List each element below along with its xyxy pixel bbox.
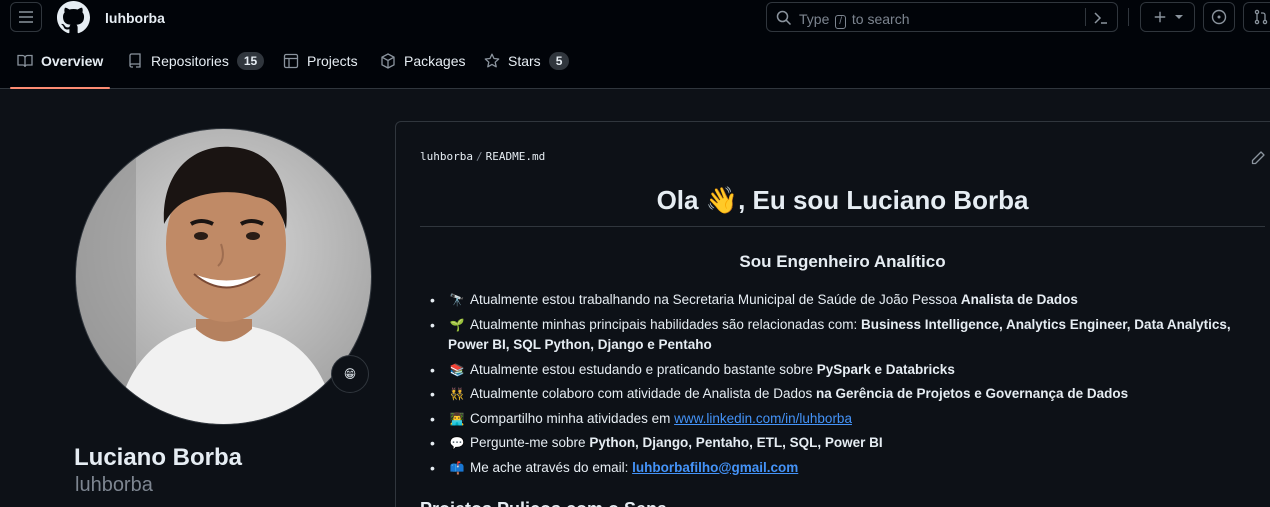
star-icon xyxy=(484,53,500,68)
stars-count-badge: 5 xyxy=(548,52,570,70)
readme-card: luhborba / README.md Ola 👋, Eu sou Luciano… xyxy=(395,121,1270,507)
tab-label: Projects xyxy=(307,53,358,69)
telescope-icon: 🔭 xyxy=(449,293,465,307)
readme-subtitle: Sou Engenheiro Analítico xyxy=(739,252,946,271)
pencil-icon[interactable] xyxy=(1250,150,1266,166)
create-new-button[interactable] xyxy=(1140,2,1195,32)
tab-stars[interactable]: Stars 5 xyxy=(484,49,570,73)
github-logo-icon[interactable] xyxy=(57,1,90,34)
tab-label: Overview xyxy=(41,53,104,69)
tab-repositories[interactable]: Repositories 15 xyxy=(127,49,265,73)
repositories-count-badge: 15 xyxy=(236,52,265,70)
plus-icon xyxy=(1154,11,1165,23)
speech-bubble-icon: 💬 xyxy=(449,436,465,450)
tab-label: Repositories xyxy=(151,53,229,69)
list-item: 👨‍💻Compartilho minha atividades em www.l… xyxy=(430,409,1248,430)
header-divider xyxy=(1128,8,1129,26)
readme-repo-link[interactable]: luhborba xyxy=(420,150,473,163)
readme-list: 🔭Atualmente estou trabalhando na Secreta… xyxy=(430,290,1248,482)
list-item: 🔭Atualmente estou trabalhando na Secreta… xyxy=(430,290,1248,311)
mailbox-icon: 📫 xyxy=(449,460,465,475)
readme-title: Ola 👋, Eu sou Luciano Borba xyxy=(420,185,1265,227)
table-icon xyxy=(283,53,299,69)
package-icon xyxy=(381,53,395,69)
readme-section-heading: Projetos Pulicos com o Sena... xyxy=(420,499,682,507)
git-pull-request-icon xyxy=(1254,9,1268,25)
search-divider xyxy=(1085,8,1086,26)
list-item: 📫Me ache através do email: luhborbafilho… xyxy=(430,458,1248,479)
book-icon xyxy=(17,54,33,68)
avatar-photo xyxy=(76,129,371,424)
list-item: 🌱Atualmente minhas principais habilidade… xyxy=(430,315,1248,356)
hamburger-icon xyxy=(19,11,33,23)
readme-file-link[interactable]: README.md xyxy=(486,150,546,163)
active-tab-indicator xyxy=(10,87,110,89)
status-emoji-button[interactable]: 😁 xyxy=(331,355,369,393)
list-item: 📚Atualmente estou estudando e praticando… xyxy=(430,360,1248,381)
issue-opened-icon xyxy=(1211,9,1227,25)
linkedin-link[interactable]: www.linkedin.com/in/luhborba xyxy=(674,411,852,426)
tab-packages[interactable]: Packages xyxy=(380,49,465,73)
readme-breadcrumb: luhborba / README.md xyxy=(420,150,546,163)
tab-label: Stars xyxy=(508,53,541,69)
tab-projects[interactable]: Projects xyxy=(283,49,358,73)
pull-requests-button[interactable] xyxy=(1243,2,1270,32)
search-shortcut-key: / xyxy=(835,15,847,29)
repo-icon xyxy=(129,53,141,68)
issues-button[interactable] xyxy=(1203,2,1235,32)
tab-label: Packages xyxy=(404,53,466,69)
search-input[interactable]: Type / to search xyxy=(766,2,1118,32)
list-item: 👯Atualmente colaboro com atividade de An… xyxy=(430,384,1248,405)
email-link[interactable]: luhborbafilho@gmail.com xyxy=(632,460,798,475)
search-placeholder: Type / to search xyxy=(799,11,910,29)
profile-tabs: Overview Repositories 15 Projects Packag… xyxy=(0,35,1270,89)
search-icon xyxy=(776,10,792,26)
list-item: 💬Pergunte-me sobre Python, Django, Penta… xyxy=(430,433,1248,454)
tab-overview[interactable]: Overview xyxy=(17,49,103,73)
profile-full-name: Luciano Borba xyxy=(74,444,243,471)
profile-username: luhborba xyxy=(75,474,153,496)
command-palette-icon[interactable] xyxy=(1093,10,1109,26)
seedling-icon: 🌱 xyxy=(449,317,465,332)
books-icon: 📚 xyxy=(449,362,465,377)
people-icon: 👯 xyxy=(449,387,465,401)
status-emoji: 😁 xyxy=(343,367,357,381)
top-header: luhborba Type / to search xyxy=(0,0,1270,35)
technologist-icon: 👨‍💻 xyxy=(449,411,465,426)
username-breadcrumb-link[interactable]: luhborba xyxy=(105,10,165,26)
triangle-down-icon xyxy=(1174,15,1183,19)
hamburger-menu-button[interactable] xyxy=(10,2,42,32)
avatar[interactable] xyxy=(75,128,372,425)
